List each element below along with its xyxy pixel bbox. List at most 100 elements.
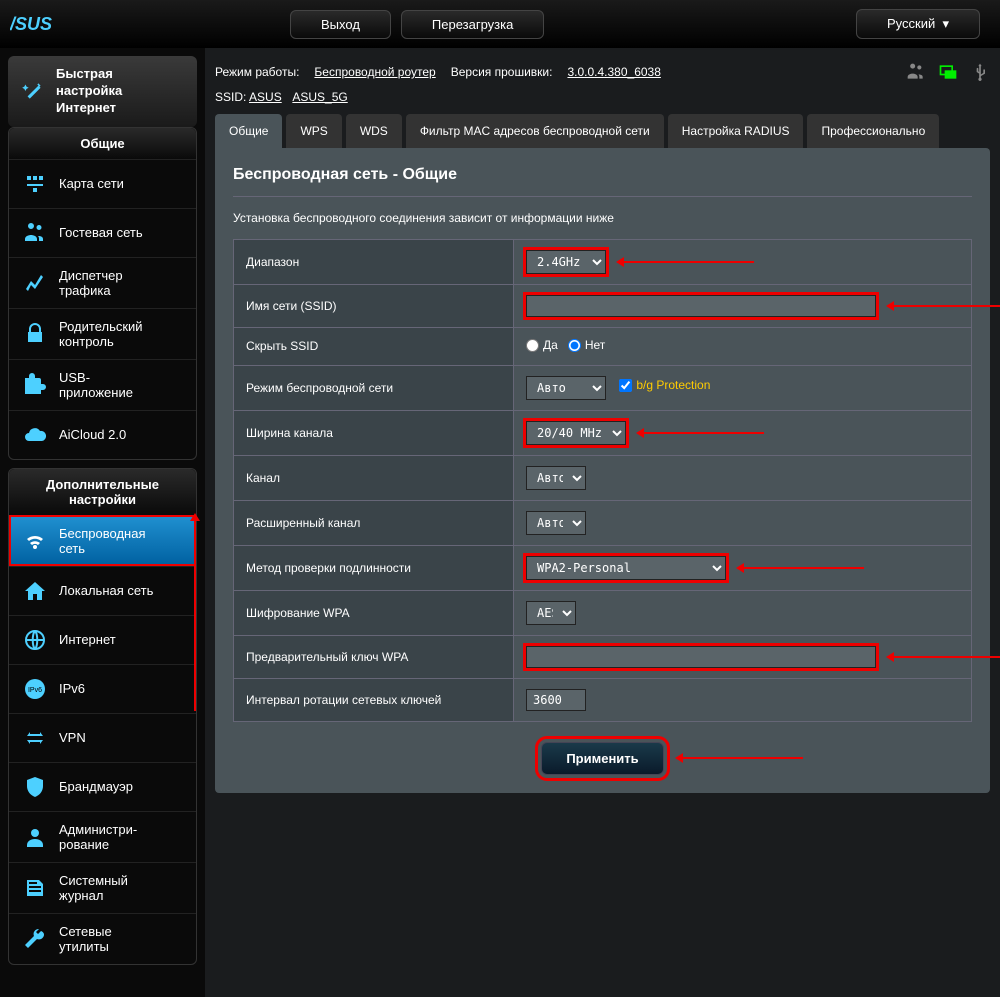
puzzle-icon bbox=[21, 371, 49, 399]
svg-text:IPv6: IPv6 bbox=[28, 687, 42, 694]
annotation-arrow bbox=[644, 432, 764, 434]
annotation-arrow bbox=[894, 656, 1000, 658]
wrench-icon bbox=[21, 925, 49, 953]
sidebar-item-label: Беспроводная сеть bbox=[59, 526, 146, 556]
sidebar-item-usb[interactable]: USB- приложение bbox=[9, 359, 196, 410]
panel-title: Беспроводная сеть - Общие bbox=[233, 166, 972, 197]
tab-general[interactable]: Общие bbox=[215, 114, 282, 148]
tab-wps[interactable]: WPS bbox=[286, 114, 341, 148]
reboot-button[interactable]: Перезагрузка bbox=[401, 10, 544, 39]
sidebar-item-ipv6[interactable]: IPv6 IPv6 bbox=[9, 664, 196, 713]
panel-subtitle: Установка беспроводного соединения завис… bbox=[233, 211, 972, 225]
sidebar-item-syslog[interactable]: Системный журнал bbox=[9, 862, 196, 913]
sidebar-item-label: USB- приложение bbox=[59, 370, 133, 400]
rotation-label: Интервал ротации сетевых ключей bbox=[234, 678, 514, 721]
sidebar-item-lan[interactable]: Локальная сеть bbox=[9, 566, 196, 615]
language-select[interactable]: Русский ▾ bbox=[856, 9, 980, 39]
wmode-select[interactable]: Авто bbox=[526, 376, 606, 400]
network-icon bbox=[21, 170, 49, 198]
tab-macfilter[interactable]: Фильтр MAC адресов беспроводной сети bbox=[406, 114, 664, 148]
chart-icon bbox=[21, 269, 49, 297]
wand-icon bbox=[18, 76, 48, 106]
fw-link[interactable]: 3.0.0.4.380_6038 bbox=[567, 65, 660, 79]
log-icon bbox=[21, 874, 49, 902]
logout-button[interactable]: Выход bbox=[290, 10, 391, 39]
usb-status-icon[interactable] bbox=[970, 62, 990, 82]
sidebar-item-guest[interactable]: Гостевая сеть bbox=[9, 208, 196, 257]
chwidth-select[interactable]: 20/40 MHz bbox=[526, 421, 626, 445]
auth-label: Метод проверки подлинности bbox=[234, 545, 514, 590]
ssid-input[interactable] bbox=[526, 295, 876, 317]
quick-setup-button[interactable]: Быстрая настройка Интернет bbox=[8, 56, 197, 127]
cloud-icon bbox=[21, 421, 49, 449]
svg-text:/SUS: /SUS bbox=[10, 14, 52, 34]
sidebar-item-label: Брандмауэр bbox=[59, 779, 133, 794]
rotation-input[interactable] bbox=[526, 689, 586, 711]
band-label: Диапазон bbox=[234, 240, 514, 285]
apply-button[interactable]: Применить bbox=[541, 742, 663, 775]
sidebar-item-label: Родительский контроль bbox=[59, 319, 143, 349]
sidebar-item-vpn[interactable]: VPN bbox=[9, 713, 196, 762]
sidebar-item-networkmap[interactable]: Карта сети bbox=[9, 159, 196, 208]
quick-setup-label: Быстрая настройка Интернет bbox=[56, 66, 122, 117]
tab-professional[interactable]: Профессионально bbox=[807, 114, 939, 148]
mode-label: Режим работы: bbox=[215, 65, 299, 79]
sidebar-item-label: Системный журнал bbox=[59, 873, 128, 903]
sidebar-item-label: VPN bbox=[59, 730, 86, 745]
band-select[interactable]: 2.4GHz bbox=[526, 250, 606, 274]
encryption-label: Шифрование WPA bbox=[234, 590, 514, 635]
lock-icon bbox=[21, 320, 49, 348]
sidebar-item-traffic[interactable]: Диспетчер трафика bbox=[9, 257, 196, 308]
annotation-arrow bbox=[194, 521, 196, 711]
sidebar-item-label: IPv6 bbox=[59, 681, 85, 696]
channel-select[interactable]: Авто bbox=[526, 466, 586, 490]
asus-logo: /SUS bbox=[10, 9, 90, 39]
vpn-icon bbox=[21, 724, 49, 752]
mode-link[interactable]: Беспроводной роутер bbox=[314, 65, 435, 79]
annotation-arrow bbox=[683, 757, 803, 759]
sidebar-item-label: Локальная сеть bbox=[59, 583, 153, 598]
annotation-arrow bbox=[744, 567, 864, 569]
users-status-icon[interactable] bbox=[906, 62, 926, 82]
sidebar-item-tools[interactable]: Сетевые утилиты bbox=[9, 913, 196, 964]
sidebar-item-label: Диспетчер трафика bbox=[59, 268, 123, 298]
hide-ssid-no-radio[interactable] bbox=[568, 339, 581, 352]
sidebar-item-label: Интернет bbox=[59, 632, 116, 647]
auth-select[interactable]: WPA2-Personal bbox=[526, 556, 726, 580]
annotation-arrow bbox=[624, 261, 754, 263]
wan-status-icon[interactable] bbox=[938, 62, 958, 82]
ssid-label: SSID: bbox=[215, 90, 246, 104]
bg-protection-checkbox[interactable] bbox=[619, 379, 632, 392]
fw-label: Версия прошивки: bbox=[451, 65, 553, 79]
sidebar-item-label: AiCloud 2.0 bbox=[59, 427, 126, 442]
sidebar-item-parental[interactable]: Родительский контроль bbox=[9, 308, 196, 359]
sidebar-item-label: Сетевые утилиты bbox=[59, 924, 112, 954]
hide-ssid-label: Скрыть SSID bbox=[234, 328, 514, 366]
shield-icon bbox=[21, 773, 49, 801]
psk-label: Предварительный ключ WPA bbox=[234, 635, 514, 678]
channel-label: Канал bbox=[234, 455, 514, 500]
tab-radius[interactable]: Настройка RADIUS bbox=[668, 114, 804, 148]
tab-wds[interactable]: WDS bbox=[346, 114, 402, 148]
sidebar-item-label: Карта сети bbox=[59, 176, 124, 191]
ssid1-link[interactable]: ASUS bbox=[249, 90, 282, 104]
extchannel-label: Расширенный канал bbox=[234, 500, 514, 545]
chwidth-label: Ширина канала bbox=[234, 410, 514, 455]
sidebar-item-admin[interactable]: Администри- рование bbox=[9, 811, 196, 862]
wmode-label: Режим беспроводной сети bbox=[234, 365, 514, 410]
psk-input[interactable] bbox=[526, 646, 876, 668]
users-icon bbox=[21, 219, 49, 247]
ssid2-link[interactable]: ASUS_5G bbox=[292, 90, 347, 104]
extchannel-select[interactable]: Авто bbox=[526, 511, 586, 535]
sidebar-item-wan[interactable]: Интернет bbox=[9, 615, 196, 664]
sidebar-item-label: Администри- рование bbox=[59, 822, 137, 852]
annotation-arrow bbox=[894, 305, 1000, 307]
sidebar-item-aicloud[interactable]: AiCloud 2.0 bbox=[9, 410, 196, 459]
hide-ssid-yes-radio[interactable] bbox=[526, 339, 539, 352]
sidebar-item-wireless[interactable]: Беспроводная сеть bbox=[9, 515, 196, 566]
ssid-field-label: Имя сети (SSID) bbox=[234, 285, 514, 328]
admin-icon bbox=[21, 823, 49, 851]
encryption-select[interactable]: AES bbox=[526, 601, 576, 625]
sidebar-item-firewall[interactable]: Брандмауэр bbox=[9, 762, 196, 811]
sidebar-advanced-header: Дополнительные настройки bbox=[9, 469, 196, 515]
